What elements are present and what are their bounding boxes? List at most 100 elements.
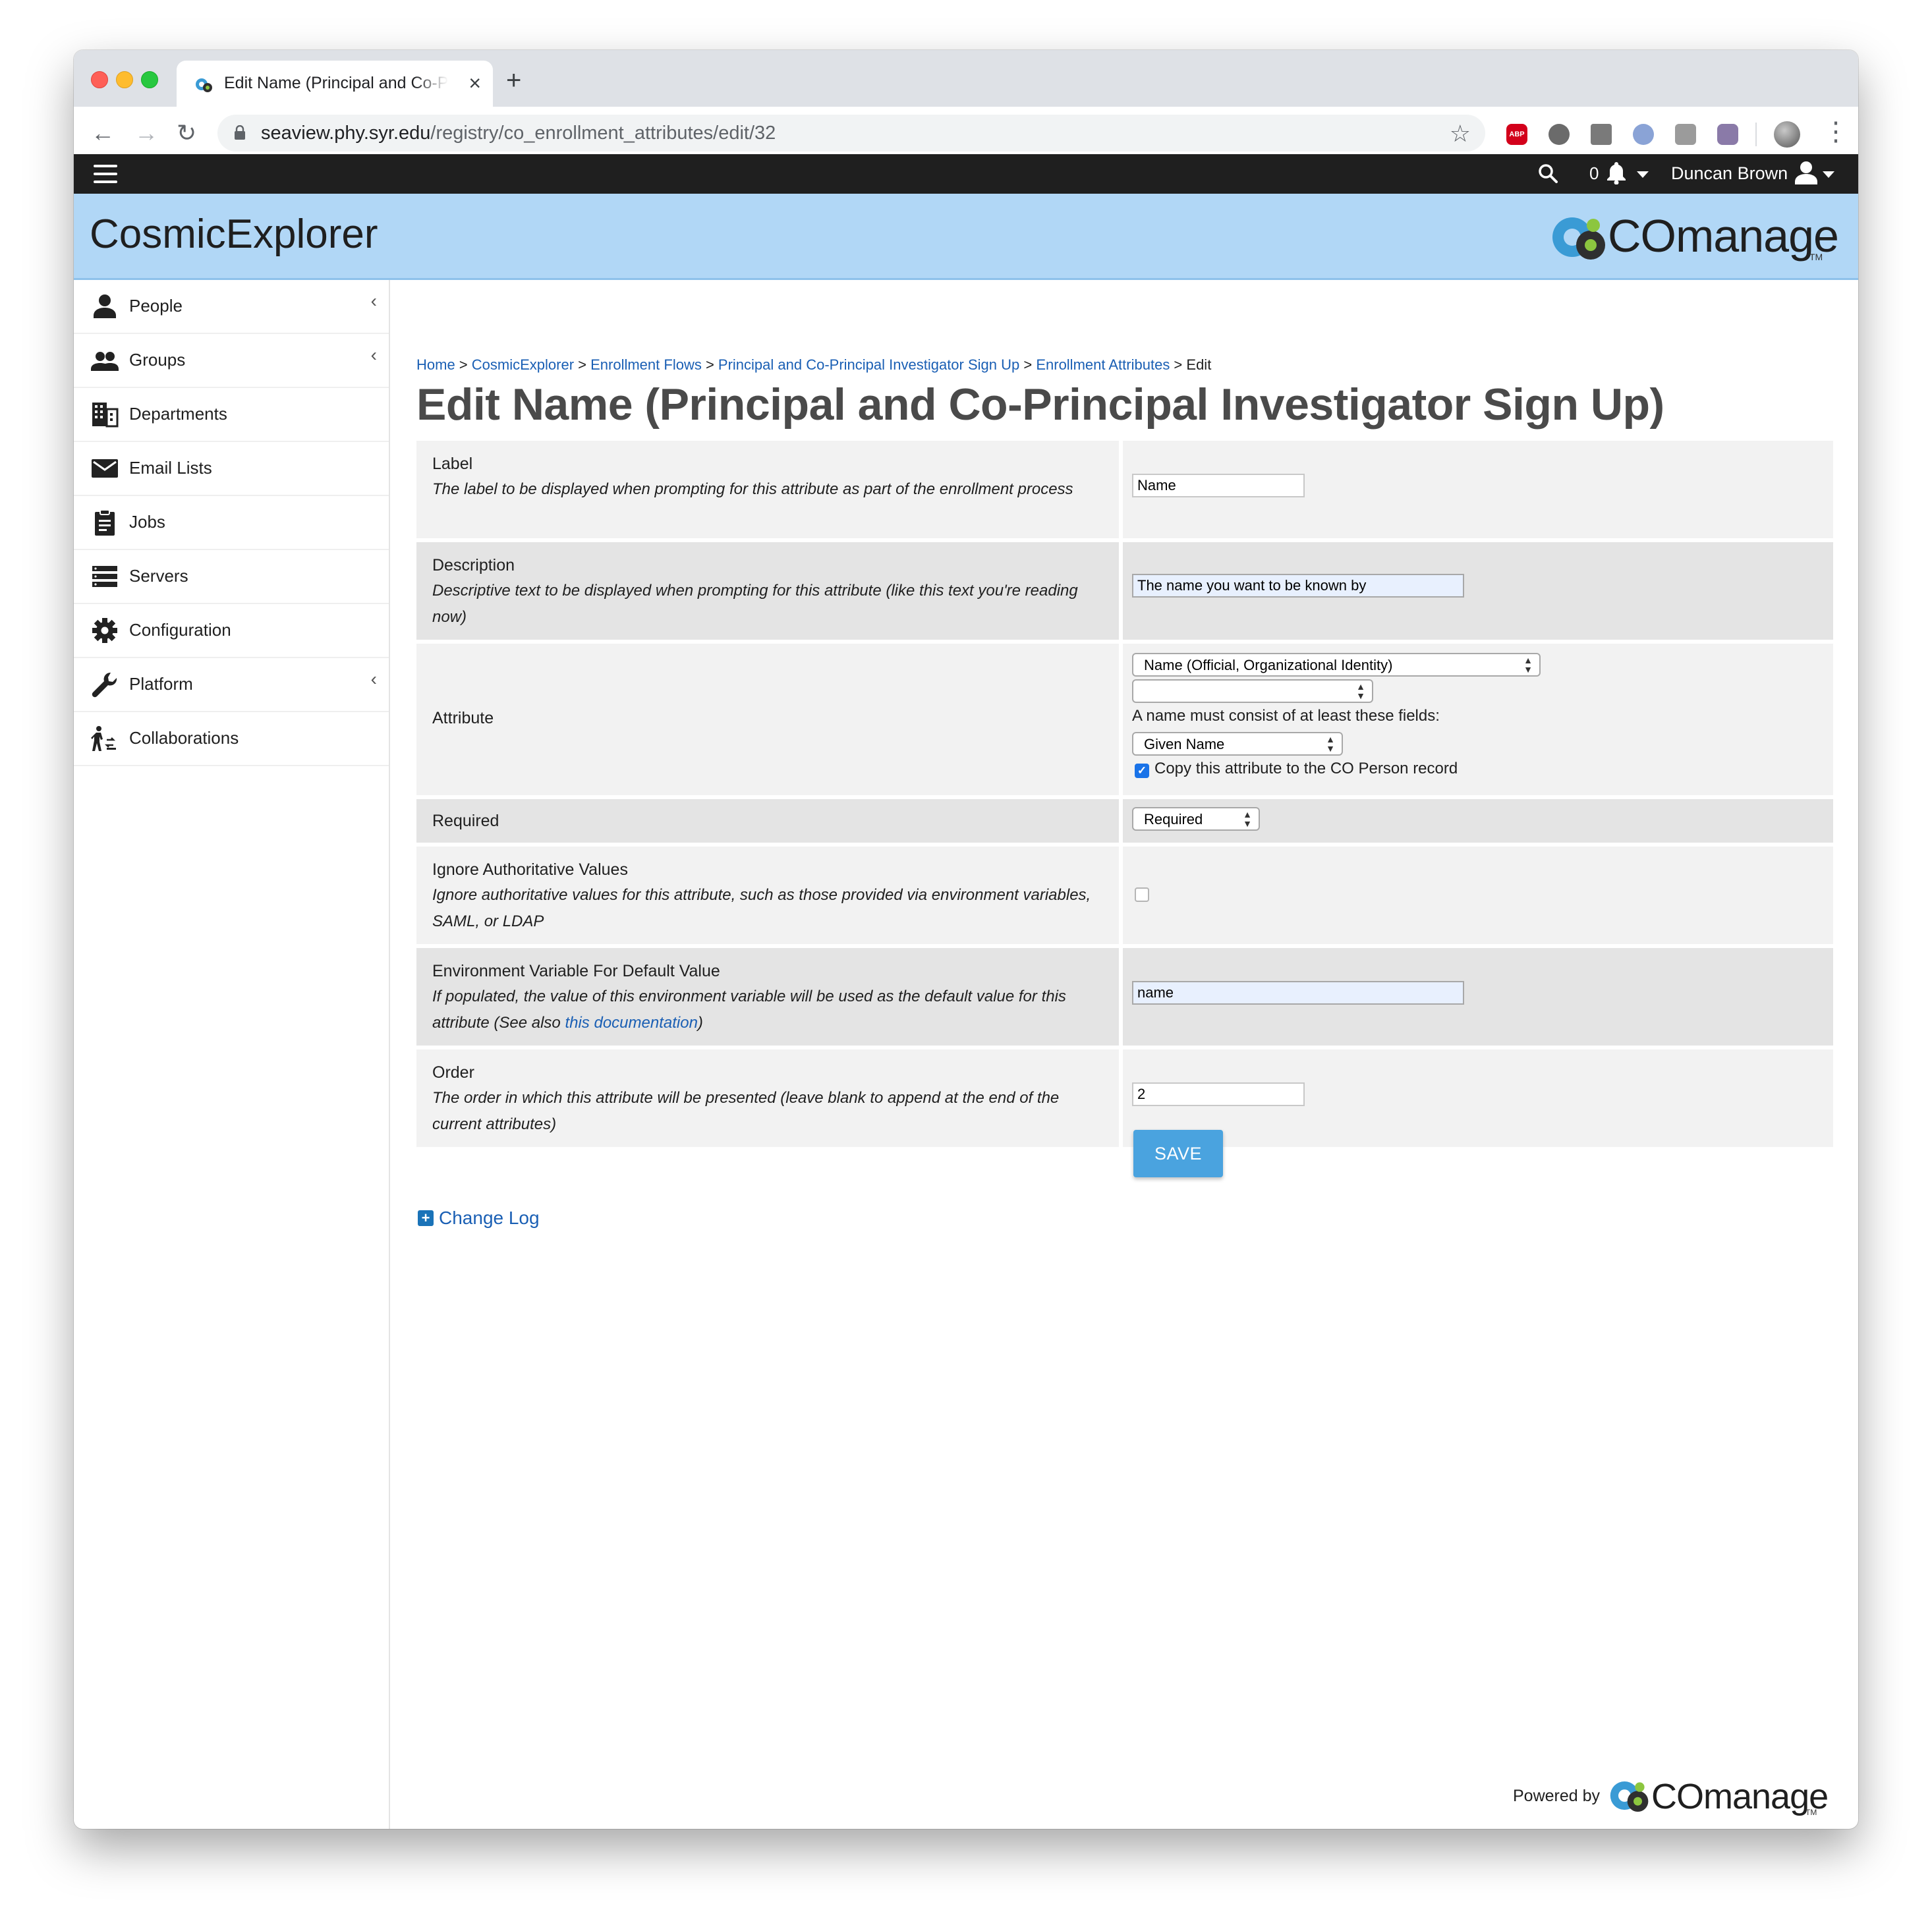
- form-row-order: Order The order in which this attribute …: [416, 1049, 1833, 1151]
- drive-extension-icon[interactable]: [1591, 124, 1612, 145]
- tab-strip: Edit Name (Principal and Co-Principal In…: [74, 50, 1858, 107]
- forward-icon[interactable]: →: [134, 119, 158, 148]
- back-icon[interactable]: ←: [91, 119, 115, 148]
- toolbar-separator: [1755, 123, 1757, 146]
- select-arrows-icon: ▲ ▼: [1356, 681, 1365, 701]
- sidebar-item-jobs[interactable]: Jobs: [74, 496, 389, 550]
- server-icon: [92, 566, 117, 587]
- co-name-title[interactable]: CosmicExplorer: [90, 211, 378, 258]
- sidebar-item-label: Email Lists: [129, 458, 212, 478]
- maximize-window-button[interactable]: [141, 71, 158, 88]
- attribute-form: Label The label to be displayed when pro…: [416, 441, 1833, 1151]
- comanage-logo-icon: [1610, 1781, 1649, 1812]
- select-arrows-icon: ▲ ▼: [1326, 734, 1335, 754]
- tab-title: Edit Name (Principal and Co-Principal In…: [224, 74, 448, 92]
- field-description: Ignore authoritative values for this att…: [432, 886, 1091, 930]
- close-window-button[interactable]: [91, 71, 108, 88]
- attribute-type-select[interactable]: ▲ ▼: [1132, 679, 1373, 703]
- save-button[interactable]: SAVE: [1133, 1130, 1223, 1177]
- description-input[interactable]: [1132, 574, 1464, 598]
- field-name: Required: [432, 812, 499, 830]
- field-name: Attribute: [432, 709, 494, 727]
- user-icon[interactable]: [1795, 161, 1817, 184]
- form-row-ignore-authoritative: Ignore Authoritative Values Ignore autho…: [416, 847, 1833, 948]
- change-log-toggle[interactable]: + Change Log: [418, 1208, 540, 1229]
- sidebar-item-platform[interactable]: Platform ‹: [74, 658, 389, 712]
- sidebar-item-label: People: [129, 296, 183, 316]
- group-icon: [91, 352, 119, 371]
- select-arrows-icon: ▲ ▼: [1523, 655, 1533, 675]
- extension-hex-icon[interactable]: [1675, 124, 1696, 145]
- chevron-left-icon[interactable]: ‹: [371, 291, 377, 312]
- browser-tab[interactable]: Edit Name (Principal and Co-Principal In…: [177, 61, 493, 107]
- sidebar-item-collaborations[interactable]: Collaborations: [74, 712, 389, 766]
- extension-circle-icon[interactable]: [1548, 124, 1570, 145]
- bell-icon[interactable]: [1605, 161, 1628, 184]
- search-icon[interactable]: [1538, 163, 1558, 183]
- footer-brand-text[interactable]: COmanage: [1651, 1776, 1829, 1817]
- minimize-window-button[interactable]: [116, 71, 133, 88]
- sidebar-item-label: Configuration: [129, 620, 231, 640]
- ignore-authoritative-checkbox[interactable]: [1135, 887, 1149, 902]
- address-bar[interactable]: seaview.phy.syr.edu/registry/co_enrollme…: [217, 115, 1485, 152]
- attribute-select[interactable]: Name (Official, Organizational Identity)…: [1132, 653, 1541, 677]
- breadcrumb-home[interactable]: Home: [416, 356, 455, 373]
- user-dropdown-icon[interactable]: [1823, 171, 1834, 178]
- tab-close-icon[interactable]: ×: [469, 70, 481, 96]
- user-name[interactable]: Duncan Brown: [1671, 163, 1788, 184]
- sidebar-item-label: Collaborations: [129, 728, 239, 748]
- extension-cat-icon[interactable]: [1717, 124, 1738, 145]
- reload-icon[interactable]: ↻: [177, 119, 196, 148]
- chevron-left-icon[interactable]: ‹: [371, 669, 377, 690]
- sidebar-item-people[interactable]: People ‹: [74, 280, 389, 334]
- browser-window: Edit Name (Principal and Co-Principal In…: [74, 50, 1858, 1829]
- lock-icon: [235, 125, 245, 140]
- copy-to-person-checkbox[interactable]: ✓: [1135, 764, 1149, 778]
- breadcrumb-enrollment-flows[interactable]: Enrollment Flows: [590, 356, 702, 373]
- breadcrumb: Home > CosmicExplorer > Enrollment Flows…: [416, 356, 1212, 373]
- clipboard-icon: [95, 509, 115, 536]
- browser-toolbar: ← → ↻ seaview.phy.syr.edu/registry/co_en…: [74, 107, 1858, 160]
- profile-avatar[interactable]: [1774, 121, 1800, 148]
- chevron-left-icon[interactable]: ‹: [371, 345, 377, 366]
- env-variable-input[interactable]: [1132, 981, 1464, 1005]
- sidebar-item-servers[interactable]: Servers: [74, 550, 389, 604]
- sidebar-item-email-lists[interactable]: Email Lists: [74, 442, 389, 496]
- comanage-logo-icon: [1552, 217, 1605, 260]
- adblock-extension-icon[interactable]: ABP: [1506, 124, 1527, 145]
- breadcrumb-flow[interactable]: Principal and Co-Principal Investigator …: [718, 356, 1019, 373]
- notification-dropdown-icon[interactable]: [1637, 171, 1649, 178]
- change-log-label[interactable]: Change Log: [439, 1208, 540, 1228]
- hamburger-menu-icon[interactable]: [94, 165, 117, 183]
- building-icon: [92, 403, 119, 428]
- label-input[interactable]: [1132, 474, 1305, 497]
- field-description: The label to be displayed when prompting…: [432, 480, 1073, 498]
- name-fields-select[interactable]: Given Name ▲ ▼: [1132, 732, 1343, 756]
- form-row-label: Label The label to be displayed when pro…: [416, 441, 1833, 542]
- expand-plus-icon[interactable]: +: [418, 1210, 434, 1226]
- sidebar-item-label: Jobs: [129, 512, 165, 532]
- bookmark-star-icon[interactable]: ☆: [1450, 120, 1471, 148]
- browser-menu-icon[interactable]: ⋮: [1823, 117, 1849, 146]
- url-text: seaview.phy.syr.edu/registry/co_enrollme…: [261, 123, 776, 144]
- sidebar-item-departments[interactable]: Departments: [74, 388, 389, 442]
- field-name: Ignore Authoritative Values: [432, 860, 628, 879]
- documentation-link[interactable]: this documentation: [565, 1014, 697, 1032]
- select-arrows-icon: ▲ ▼: [1243, 809, 1252, 829]
- field-name: Label: [432, 455, 473, 473]
- form-row-description: Description Descriptive text to be displ…: [416, 542, 1833, 644]
- new-tab-button[interactable]: +: [506, 67, 521, 94]
- field-description: The order in which this attribute will b…: [432, 1089, 1060, 1133]
- sidebar-item-groups[interactable]: Groups ‹: [74, 334, 389, 388]
- extension-blue-icon[interactable]: [1633, 124, 1654, 145]
- notification-count[interactable]: 0: [1589, 163, 1599, 184]
- breadcrumb-enrollment-attributes[interactable]: Enrollment Attributes: [1036, 356, 1170, 373]
- trademark: TM: [1805, 1808, 1817, 1817]
- required-select[interactable]: Required ▲ ▼: [1132, 807, 1260, 831]
- person-icon: [94, 294, 116, 318]
- sidebar-item-configuration[interactable]: Configuration: [74, 604, 389, 658]
- breadcrumb-co[interactable]: CosmicExplorer: [472, 356, 574, 373]
- comanage-brand-text: COmanage: [1608, 210, 1839, 262]
- order-input[interactable]: [1132, 1082, 1305, 1106]
- sidebar-item-label: Platform: [129, 674, 193, 694]
